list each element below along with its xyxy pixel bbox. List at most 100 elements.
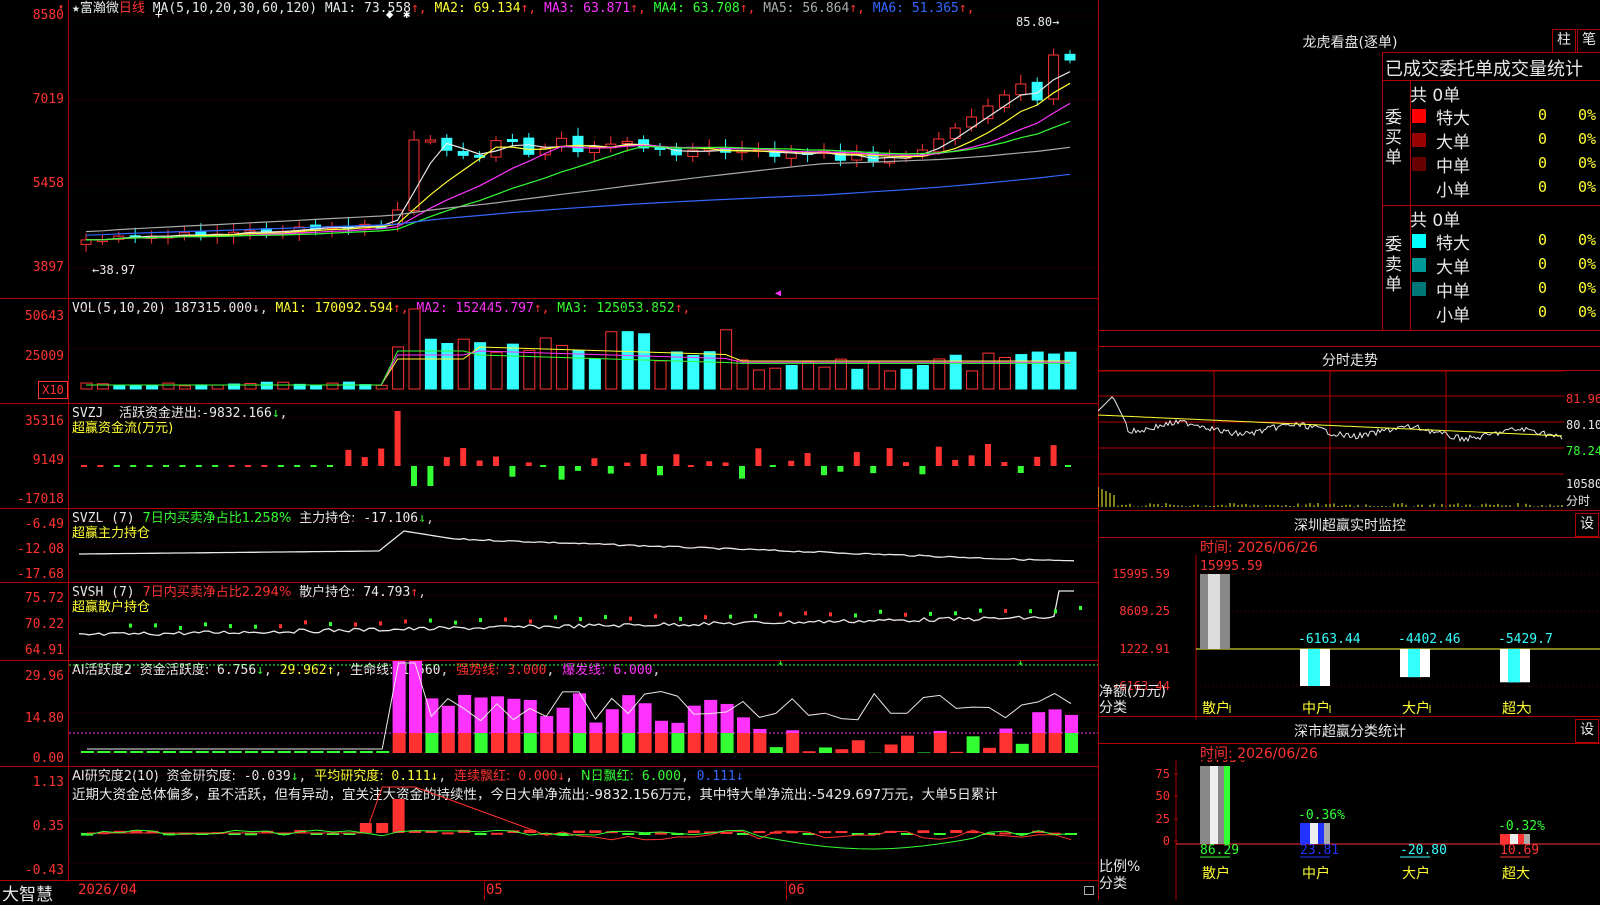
flow-bar [805,453,811,466]
volume-chart [69,299,1098,403]
date-axis-start: 2026/04 [78,882,137,898]
research-bar [934,833,946,835]
activity-base-bar [294,751,307,753]
activity-base-bar [475,733,488,753]
research-bar [917,830,929,833]
activity-base-bar [360,751,373,753]
research-bar [835,831,847,833]
vol-unit-box[interactable]: X10 [38,381,68,399]
activity-base-bar [458,733,471,753]
flow-bar [739,466,745,479]
flow-bar [952,460,958,466]
flow-bar [919,466,925,474]
flow-bar [591,458,597,466]
holding-marker [379,621,382,625]
volume-bar [655,361,666,389]
sz-monitor-settings-button[interactable]: 设 [1575,513,1599,537]
holding-marker [979,609,982,613]
sz-monitor-chart: 15995.598609.251222.91-6163.44散户中户大户超大15… [1098,555,1600,720]
order-count: 0 [1538,255,1547,273]
flow-bar [1001,462,1007,466]
research-bar [475,833,487,835]
ytick: 35316 [2,414,64,429]
holding-marker [1079,606,1082,610]
tick-mode-button[interactable]: 笔 [1577,29,1600,53]
flow-bar [130,465,136,467]
activity-base-bar [589,733,602,753]
monitor-category-label: 散户 [1202,700,1230,717]
ma-line-5 [86,147,1070,231]
sell-orders-label: 委卖单 [1385,235,1405,295]
lock-icon[interactable] [1084,886,1094,895]
order-percent: 0% [1578,130,1596,148]
flow-bar [493,456,499,466]
activity-bar [557,708,570,733]
monitor-category-label: 中户 [1302,700,1330,717]
sz-monitor-xlabel: 分类 [1099,697,1127,717]
activity-bar [999,729,1012,733]
class-category-label: 超大 [1502,866,1530,882]
sz-class-settings-button[interactable]: 设 [1575,719,1599,743]
bar-mode-button[interactable]: 柱 [1552,29,1576,53]
sz-class-xlabel: 分类 [1099,873,1127,893]
flow-bar [1065,465,1071,467]
flow-bar [362,457,368,466]
candlestick-chart[interactable]: +◆✱◀ [69,0,1098,298]
activity-bar [737,717,750,733]
flow-bar [97,465,103,467]
research-bar [688,830,700,833]
flow-bar [345,450,351,466]
holding-marker [854,613,857,617]
class-category-label: 中户 [1302,865,1330,882]
order-percent: 0% [1578,255,1596,273]
activity-base-bar [163,751,176,753]
holding-marker [529,619,532,623]
sz-class-chart: 7550250+0.93%86.29散户-0.36%23.81中户-20.80大… [1098,760,1600,900]
monitor-bar-highlight [1308,649,1320,686]
flow-bar [147,465,153,467]
flow-bar [395,411,401,466]
volume-bar [819,367,830,389]
flow-bar [1051,445,1057,466]
volume-bar [130,385,141,389]
candle-body [1032,82,1042,100]
activity-bar [524,700,537,733]
ma-line-3 [86,103,1070,240]
order-count: 0 [1538,303,1547,321]
volume-bar [179,386,190,389]
holding-marker [704,615,707,619]
monitor-value-label: -5429.7 [1498,632,1553,647]
fs-vol-tick: 10580 [1566,476,1600,492]
monitor-category-label: 超大 [1502,701,1530,717]
flow-bar [821,466,827,475]
activity-base-bar [1016,744,1029,753]
volume-bar [81,383,92,389]
intraday-title: 分时走势 [1250,350,1450,370]
fs-unit: 分时 [1566,493,1590,509]
volume-bar [458,339,469,389]
activity-base-bar [130,751,143,753]
activity-base-bar [770,747,783,753]
holding-marker [829,612,832,616]
volume-bar [196,385,207,389]
holding-marker [1004,609,1007,613]
order-type-label: 大单 [1436,253,1470,278]
activity-bar [458,695,471,733]
flow-bar [460,448,466,466]
volume-bar [852,369,863,389]
main-holding-line [79,531,1074,561]
activity-base-bar [885,744,898,753]
activity-base-bar [442,733,455,753]
flow-bar [755,448,761,466]
ytick: -0.43 [2,863,64,878]
activity-base-bar [278,751,291,753]
activity-base-bar [196,751,209,753]
volume-bar [737,360,748,389]
activity-base-bar [507,733,520,753]
brand-label[interactable]: 大智慧 [2,880,53,905]
order-percent: 0% [1578,178,1596,196]
volume-bar [606,332,617,389]
flow-bar [723,462,729,466]
activity-base-bar [491,733,504,753]
intraday-chart[interactable] [1098,371,1564,509]
